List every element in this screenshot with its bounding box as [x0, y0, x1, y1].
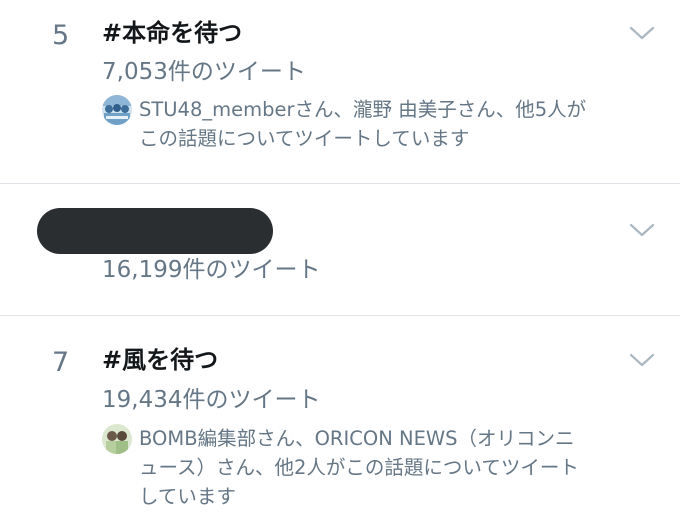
context-line: ュース）さん、他2人がこの話題についてツイート: [139, 456, 579, 479]
trend-tweet-count: 16,199件のツイート: [102, 257, 321, 283]
group-photo-avatar-icon: [102, 95, 132, 125]
trend-context-text: BOMB編集部さん、ORICON NEWS（オリコンニ ュース）さん、他2人がこ…: [139, 424, 659, 511]
chevron-down-icon[interactable]: [628, 221, 656, 239]
trend-item[interactable]: 5 #本命を待つ 7,053件のツイート STU48_memberさん、瀧野 由…: [0, 0, 680, 183]
trend-item[interactable]: 16,199件のツイート: [0, 184, 680, 315]
context-line: STU48_memberさん、瀧野 由美子さん、他5人が: [139, 98, 587, 121]
context-line: この話題についてツイートしています: [139, 127, 470, 150]
context-line: しています: [139, 485, 236, 508]
trend-hashtag[interactable]: #風を待つ: [102, 348, 218, 372]
magazine-photo-avatar-icon: [102, 424, 132, 454]
redacted-hashtag: [37, 208, 273, 254]
trend-hashtag[interactable]: #本命を待つ: [102, 21, 242, 45]
trend-rank: 5: [52, 20, 70, 51]
trend-context-text: STU48_memberさん、瀧野 由美子さん、他5人が この話題についてツイー…: [139, 95, 659, 153]
trend-tweet-count: 19,434件のツイート: [102, 387, 321, 413]
trend-rank: 7: [52, 347, 70, 378]
trend-tweet-count: 7,053件のツイート: [102, 59, 306, 85]
chevron-down-icon[interactable]: [628, 351, 656, 369]
context-line: BOMB編集部さん、ORICON NEWS（オリコンニ: [139, 427, 575, 450]
chevron-down-icon[interactable]: [628, 24, 656, 42]
trends-list: 5 #本命を待つ 7,053件のツイート STU48_memberさん、瀧野 由…: [0, 0, 680, 516]
trend-item[interactable]: 7 #風を待つ 19,434件のツイート BOMB編集部さん、ORICON NE…: [0, 316, 680, 516]
